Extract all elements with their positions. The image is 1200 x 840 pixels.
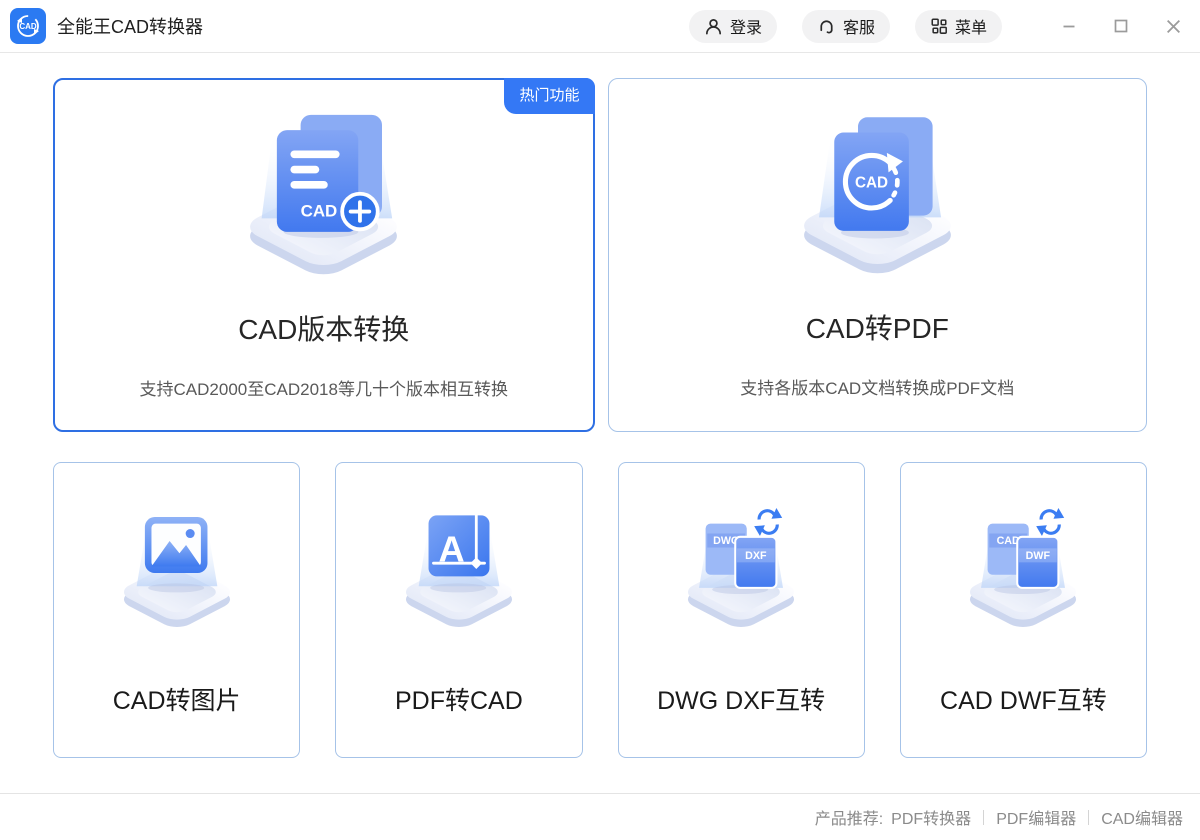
icon-label-cad: CAD	[855, 175, 888, 192]
user-icon	[705, 18, 721, 34]
card-cad-dwf-convert[interactable]: CAD DWF CAD DWF互转	[899, 462, 1147, 758]
menu-label: 菜单	[954, 20, 987, 37]
minimize-button[interactable]	[1054, 11, 1084, 41]
icon-label-dwf: DWF	[1026, 550, 1051, 562]
card-title: PDF转CAD	[394, 687, 523, 715]
customer-service-label: 客服	[842, 20, 875, 37]
headset-icon	[820, 19, 833, 33]
card-title: DWG DXF互转	[657, 687, 826, 715]
card-title: CAD转PDF	[805, 313, 949, 344]
main-content: 热门功能 CAD CAD版本转换 支持CAD2000至CAD2018等几十个版本…	[0, 53, 1200, 793]
maximize-button[interactable]	[1106, 11, 1136, 41]
card-subtitle: 支持CAD2000至CAD2018等几十个版本相互转换	[139, 380, 508, 399]
card-cad-to-image[interactable]: CAD转图片	[53, 462, 301, 758]
titlebar: CAD 全能王CAD转换器 登录 客服 菜单	[0, 0, 1200, 53]
pdf-to-cad-icon: A	[398, 507, 520, 631]
footer-separator	[983, 809, 985, 825]
card-pdf-to-cad[interactable]: A PDF转CAD	[335, 462, 583, 758]
featured-row: 热门功能 CAD CAD版本转换 支持CAD2000至CAD2018等几十个版本…	[53, 78, 1147, 432]
login-button[interactable]: 登录	[688, 9, 777, 43]
card-title: CAD转图片	[112, 687, 241, 715]
logo-text: CAD	[19, 22, 37, 31]
cad-dwf-convert-icon: CAD DWF	[962, 507, 1084, 631]
card-title: CAD DWF互转	[940, 687, 1107, 715]
login-label: 登录	[729, 20, 762, 37]
dwg-dxf-convert-icon: DWG DXF	[680, 507, 802, 631]
cad-version-convert-icon: CAD	[239, 114, 408, 280]
footer-link-cad-editor[interactable]: CAD编辑器	[1101, 805, 1183, 829]
cad-to-image-icon	[116, 517, 238, 631]
footer-separator	[1088, 809, 1090, 825]
cad-to-pdf-icon: CAD	[793, 117, 962, 279]
customer-service-button[interactable]: 客服	[801, 9, 890, 43]
menu-grid-icon	[931, 18, 947, 34]
app-title: 全能王CAD转换器	[57, 17, 204, 37]
close-button[interactable]	[1158, 11, 1188, 41]
app-logo-icon: CAD	[10, 8, 46, 44]
card-subtitle: 支持各版本CAD文档转换成PDF文档	[740, 379, 1015, 398]
footer-link-pdf-converter[interactable]: PDF转换器	[891, 805, 971, 829]
footer: 产品推荐: PDF转换器 PDF编辑器 CAD编辑器	[0, 793, 1200, 840]
footer-link-pdf-editor[interactable]: PDF编辑器	[996, 805, 1076, 829]
maximize-icon	[1114, 19, 1128, 33]
hot-feature-badge: 热门功能	[504, 78, 595, 114]
icon-label-dxf: DXF	[745, 550, 767, 562]
card-cad-to-pdf[interactable]: CAD CAD转PDF 支持各版本CAD文档转换成PDF文档	[607, 78, 1147, 432]
minimize-icon	[1063, 25, 1075, 28]
titlebar-actions: 登录 客服 菜单	[664, 9, 1188, 43]
tools-row: CAD转图片 A PDF转CAD DWG DXF DWG DXF互转 CAD D…	[53, 462, 1147, 758]
card-dwg-dxf-convert[interactable]: DWG DXF DWG DXF互转	[617, 462, 865, 758]
window-controls	[1032, 11, 1188, 41]
card-cad-version-convert[interactable]: 热门功能 CAD CAD版本转换 支持CAD2000至CAD2018等几十个版本…	[53, 78, 595, 432]
close-icon	[1166, 19, 1180, 33]
card-title: CAD版本转换	[238, 314, 410, 345]
footer-recommend-label: 产品推荐:	[814, 811, 884, 828]
menu-button[interactable]: 菜单	[914, 9, 1002, 43]
icon-label-cad: CAD	[301, 202, 338, 221]
